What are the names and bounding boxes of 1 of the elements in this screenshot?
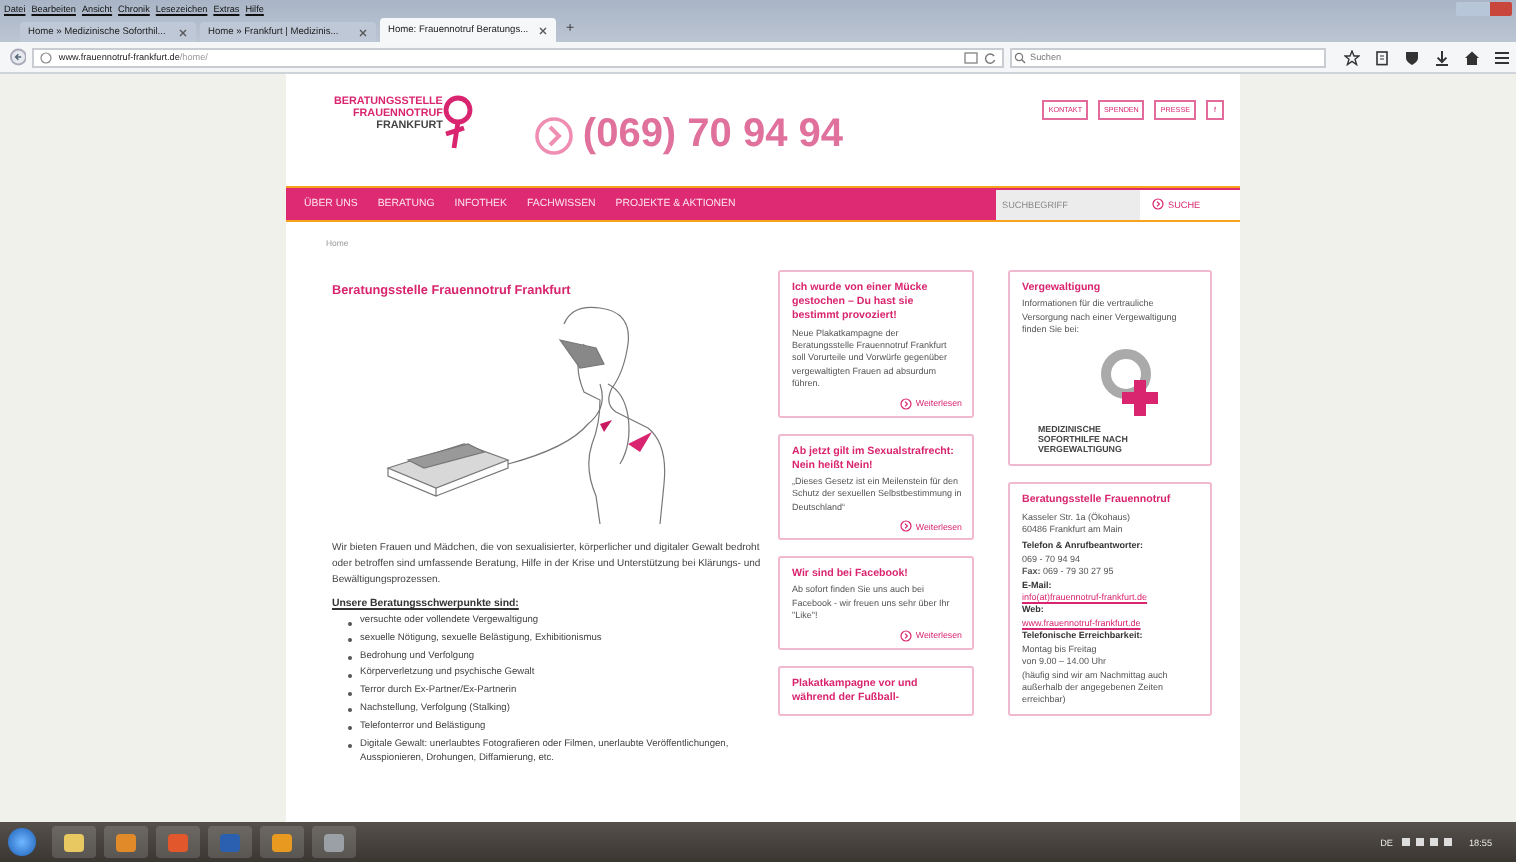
- phone-number: (069) 70 94 94: [582, 112, 844, 158]
